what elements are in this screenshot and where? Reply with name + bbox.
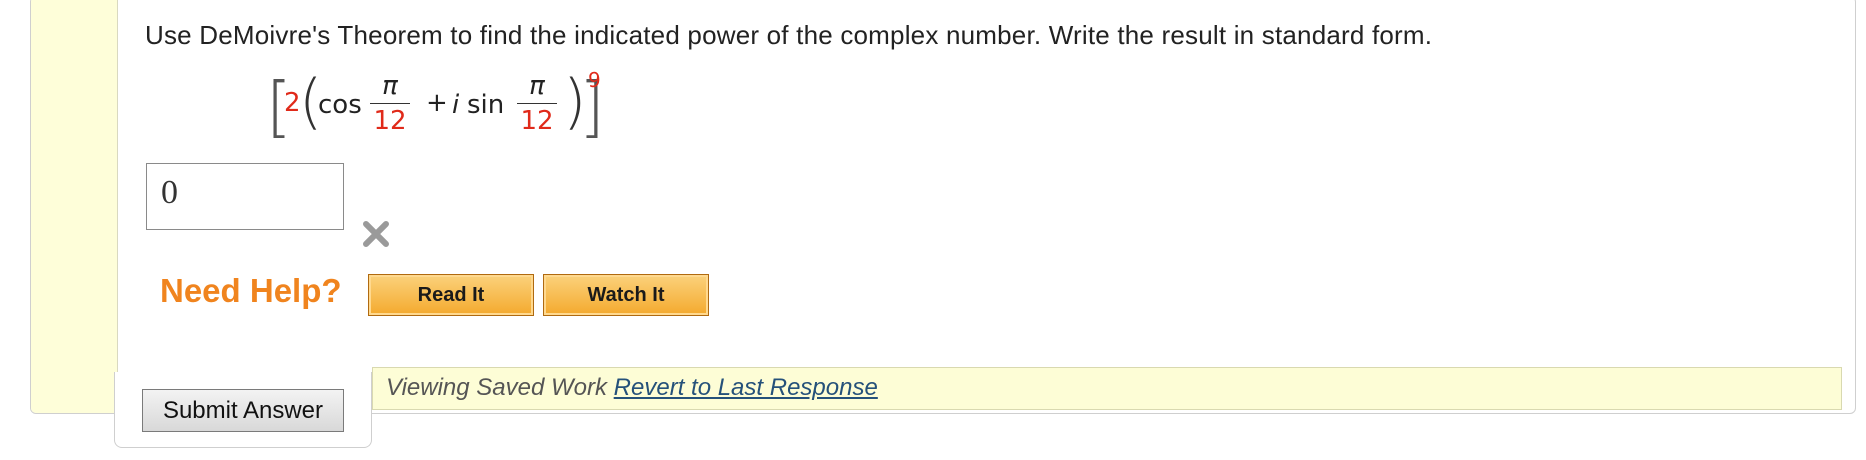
- question-gutter: [31, 0, 118, 413]
- sin-label: sin: [467, 90, 505, 120]
- need-help-title: Need Help?: [160, 272, 342, 309]
- numerator-2: π: [529, 71, 545, 101]
- saved-work-bar: Viewing Saved Work Revert to Last Respon…: [372, 367, 1842, 410]
- revert-link[interactable]: Revert to Last Response: [614, 374, 878, 401]
- exponent: 9: [588, 68, 601, 92]
- submit-answer-button[interactable]: Submit Answer: [142, 389, 344, 432]
- saved-work-message: Viewing Saved Work: [386, 374, 607, 401]
- answer-input[interactable]: 0: [146, 163, 344, 230]
- question-prompt: Use DeMoivre's Theorem to find the indic…: [145, 20, 1433, 50]
- fraction-1: π 12: [368, 69, 412, 136]
- numerator-1: π: [382, 71, 398, 101]
- imaginary-unit: i: [452, 90, 460, 120]
- read-it-button[interactable]: Read It: [368, 274, 534, 316]
- denominator-1: 12: [373, 106, 407, 136]
- watch-it-button[interactable]: Watch It: [543, 274, 709, 316]
- question-page: Use DeMoivre's Theorem to find the indic…: [0, 0, 1866, 460]
- denominator-2: 12: [520, 106, 554, 136]
- cos-label: cos: [318, 90, 362, 120]
- fraction-2: π 12: [515, 69, 559, 136]
- x-mark-icon: [363, 221, 389, 247]
- complex-expression: [ 2 ( cos π 12 + i sin π 12 ) ] 9: [266, 68, 606, 148]
- plus-sign: +: [426, 88, 448, 118]
